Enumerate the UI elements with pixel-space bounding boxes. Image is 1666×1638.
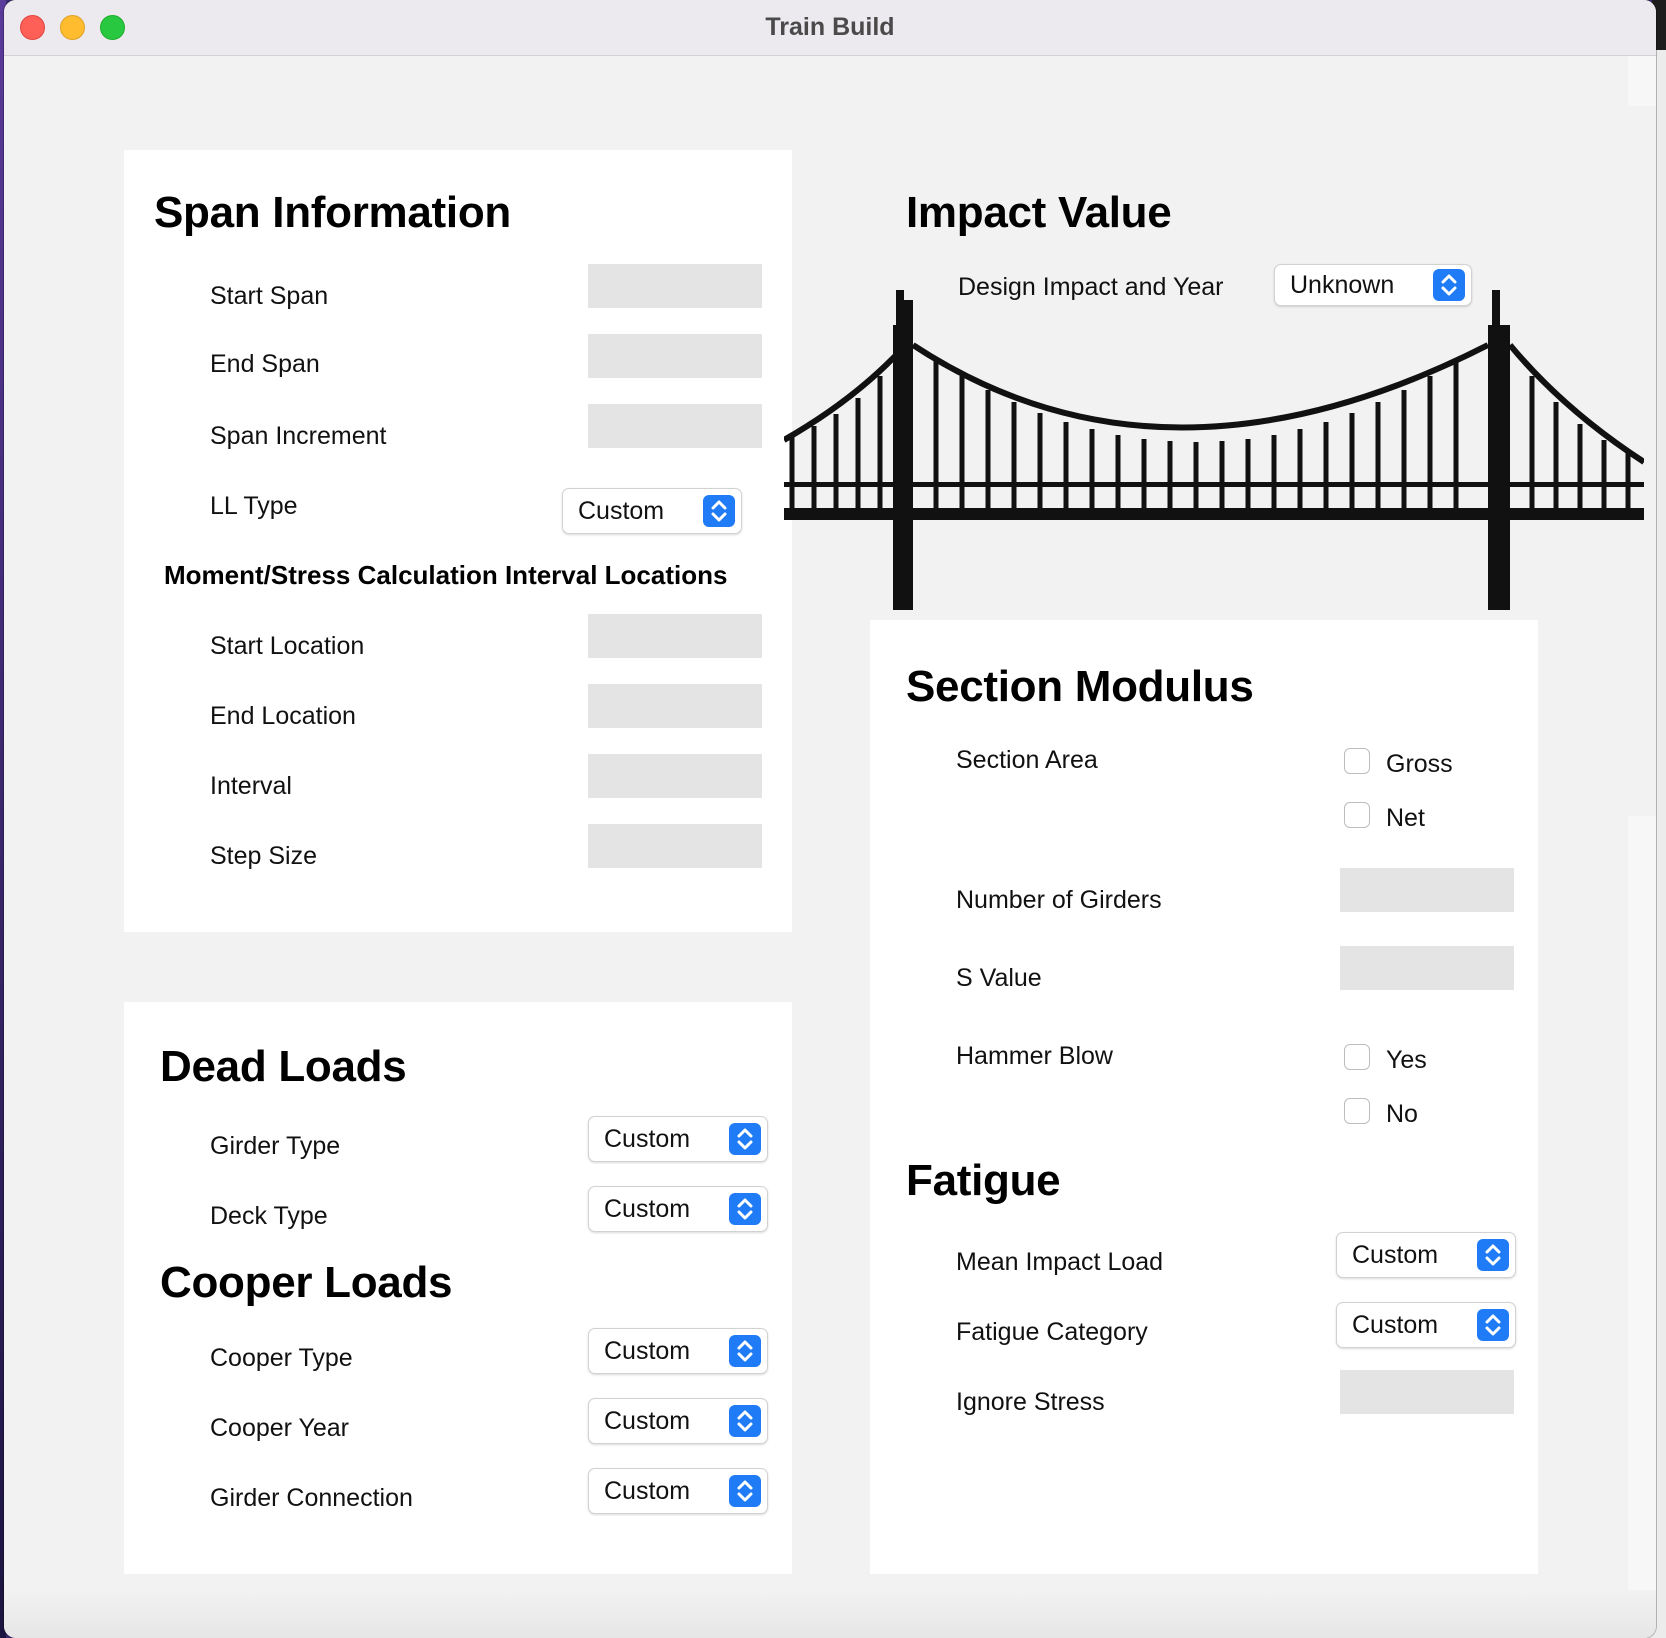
no-checkbox[interactable]: [1344, 1098, 1370, 1124]
interval-label: Interval: [210, 772, 292, 800]
start-span-label: Start Span: [210, 282, 329, 310]
design-impact-select[interactable]: Unknown: [1274, 264, 1472, 306]
girder-connection-label: Girder Connection: [210, 1484, 413, 1512]
cooper-year-select[interactable]: Custom: [588, 1398, 768, 1444]
window-title: Train Build: [765, 13, 895, 41]
ll-type-select[interactable]: Custom: [562, 488, 742, 534]
bridge-illustration: [784, 290, 1644, 610]
girder-connection-select[interactable]: Custom: [588, 1468, 768, 1514]
design-impact-value: Unknown: [1290, 271, 1395, 299]
cooper-type-select[interactable]: Custom: [588, 1328, 768, 1374]
train-build-window: Train Build Span Information Start Span …: [4, 0, 1656, 1638]
start-span-input[interactable]: [588, 264, 762, 308]
chevron-up-down-icon: [1477, 1239, 1509, 1271]
ll-type-label: LL Type: [210, 492, 298, 520]
deck-type-select[interactable]: Custom: [588, 1186, 768, 1232]
cooper-type-value: Custom: [604, 1337, 691, 1365]
span-information-panel: Span Information Start Span End Span Spa…: [124, 150, 792, 932]
gross-label: Gross: [1386, 750, 1453, 778]
number-of-girders-input[interactable]: [1340, 868, 1514, 912]
s-value-label: S Value: [956, 964, 1042, 992]
title-bar: Train Build: [4, 0, 1656, 56]
loads-panel: Dead Loads Girder Type Custom Deck Type …: [124, 1002, 792, 1574]
number-of-girders-label: Number of Girders: [956, 886, 1162, 914]
chevron-up-down-icon: [729, 1475, 761, 1507]
chevron-up-down-icon: [703, 495, 735, 527]
ignore-stress-input[interactable]: [1340, 1370, 1514, 1414]
interval-input[interactable]: [588, 754, 762, 798]
window-bottom-edge: [4, 1590, 1656, 1638]
mean-impact-load-value: Custom: [1352, 1241, 1439, 1269]
span-information-title: Span Information: [154, 188, 511, 237]
cooper-type-label: Cooper Type: [210, 1344, 353, 1372]
mean-impact-load-label: Mean Impact Load: [956, 1248, 1164, 1276]
fatigue-title: Fatigue: [906, 1156, 1061, 1205]
end-location-input[interactable]: [588, 684, 762, 728]
step-size-label: Step Size: [210, 842, 318, 870]
cooper-year-label: Cooper Year: [210, 1414, 350, 1442]
cooper-loads-title: Cooper Loads: [160, 1258, 453, 1307]
mean-impact-load-select[interactable]: Custom: [1336, 1232, 1516, 1278]
net-label: Net: [1386, 804, 1425, 832]
chevron-up-down-icon: [729, 1335, 761, 1367]
cooper-year-value: Custom: [604, 1407, 691, 1435]
net-checkbox[interactable]: [1344, 802, 1370, 828]
step-size-input[interactable]: [588, 824, 762, 868]
window-edge: [1628, 816, 1656, 1616]
ignore-stress-label: Ignore Stress: [956, 1388, 1105, 1416]
impact-value-title: Impact Value: [906, 188, 1172, 237]
girder-connection-value: Custom: [604, 1477, 691, 1505]
ll-type-value: Custom: [578, 497, 665, 525]
gross-checkbox[interactable]: [1344, 748, 1370, 774]
chevron-up-down-icon: [1477, 1309, 1509, 1341]
section-area-label: Section Area: [956, 746, 1098, 774]
chevron-up-down-icon: [729, 1193, 761, 1225]
yes-label: Yes: [1386, 1046, 1427, 1074]
interval-locations-subtitle: Moment/Stress Calculation Interval Locat…: [164, 560, 728, 590]
chevron-up-down-icon: [729, 1405, 761, 1437]
hammer-blow-label: Hammer Blow: [956, 1042, 1113, 1070]
span-increment-input[interactable]: [588, 404, 762, 448]
end-span-input[interactable]: [588, 334, 762, 378]
section-modulus-panel: Section Modulus Section Area Gross Net N…: [870, 620, 1538, 1574]
chevron-up-down-icon: [1433, 269, 1465, 301]
start-location-input[interactable]: [588, 614, 762, 658]
dead-loads-title: Dead Loads: [160, 1042, 407, 1091]
end-span-label: End Span: [210, 350, 320, 378]
deck-type-label: Deck Type: [210, 1202, 328, 1230]
fatigue-category-select[interactable]: Custom: [1336, 1302, 1516, 1348]
span-increment-label: Span Increment: [210, 422, 387, 450]
section-modulus-title: Section Modulus: [906, 662, 1254, 711]
girder-type-value: Custom: [604, 1125, 691, 1153]
girder-type-select[interactable]: Custom: [588, 1116, 768, 1162]
fatigue-category-value: Custom: [1352, 1311, 1439, 1339]
end-location-label: End Location: [210, 702, 356, 730]
yes-checkbox[interactable]: [1344, 1044, 1370, 1070]
chevron-up-down-icon: [729, 1123, 761, 1155]
no-label: No: [1386, 1100, 1418, 1128]
start-location-label: Start Location: [210, 632, 365, 660]
fatigue-category-label: Fatigue Category: [956, 1318, 1148, 1346]
deck-type-value: Custom: [604, 1195, 691, 1223]
girder-type-label: Girder Type: [210, 1132, 341, 1160]
s-value-input[interactable]: [1340, 946, 1514, 990]
window-edge: [1628, 56, 1656, 106]
